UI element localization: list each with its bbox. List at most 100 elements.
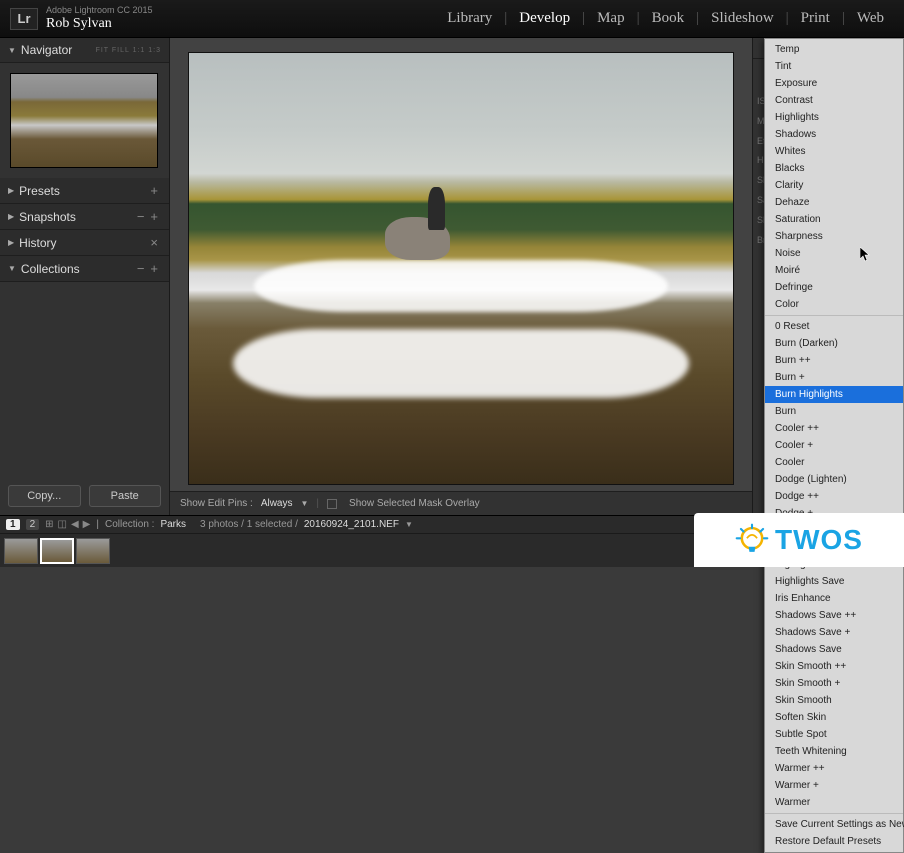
preset-item[interactable]: Contrast [765,92,903,109]
preset-item[interactable]: Shadows Save [765,641,903,658]
preset-item[interactable]: Skin Smooth + [765,675,903,692]
preset-item[interactable]: Blacks [765,160,903,177]
module-web[interactable]: Web [847,10,894,27]
filmstrip-thumb[interactable] [76,538,110,564]
history-header[interactable]: ▶ History × [0,230,169,256]
clear-history-button[interactable]: × [147,235,161,250]
identity-plate[interactable]: Rob Sylvan [46,16,153,31]
preset-item[interactable]: Dodge ++ [765,488,903,505]
left-panel-spacer [0,282,169,477]
preset-item[interactable]: Soften Skin [765,709,903,726]
preset-item[interactable]: Highlights [765,109,903,126]
module-map[interactable]: Map [587,10,635,27]
restore-presets-item[interactable]: Restore Default Presets [765,833,903,850]
module-develop[interactable]: Develop [509,10,580,27]
preset-group-actions: Save Current Settings as New Preset... R… [765,814,903,852]
collection-name[interactable]: Parks [160,519,186,530]
brush-preset-menu[interactable]: Temp Tint Exposure Contrast Highlights S… [764,38,904,853]
collections-title: Collections [21,262,134,276]
chevron-right-icon[interactable]: ▶ [83,519,91,530]
photo-count: 3 photos / 1 selected / [200,519,298,530]
lightbulb-icon [735,523,769,557]
preset-item[interactable]: Dehaze [765,194,903,211]
current-filename: 20160924_2101.NEF [304,519,399,530]
preset-item[interactable]: Clarity [765,177,903,194]
grid-icon[interactable]: ⊞ [45,519,53,530]
paste-button[interactable]: Paste [89,485,162,507]
preset-item[interactable]: Iris Enhance [765,590,903,607]
preset-item[interactable]: Noise [765,245,903,262]
preset-item[interactable]: 0 Reset [765,318,903,335]
save-preset-item[interactable]: Save Current Settings as New Preset... [765,816,903,833]
preset-item[interactable]: Shadows [765,126,903,143]
snapshots-title: Snapshots [19,210,134,224]
preset-item[interactable]: Shadows Save ++ [765,607,903,624]
preset-item[interactable]: Temp [765,41,903,58]
preset-item[interactable]: Teeth Whitening [765,743,903,760]
show-edit-pins-dropdown[interactable]: Always [261,498,293,509]
preset-item-selected[interactable]: Burn Highlights [765,386,903,403]
mask-overlay-checkbox[interactable] [327,499,337,509]
module-library[interactable]: Library [437,10,502,27]
add-snapshot-button[interactable]: + [147,209,161,224]
preset-item[interactable]: Cooler [765,454,903,471]
view-mode-2[interactable]: 2 [26,519,40,530]
add-preset-button[interactable]: + [147,183,161,198]
filmstrip-thumb-selected[interactable] [40,538,74,564]
preset-item[interactable]: Warmer + [765,777,903,794]
toolbar-separator: | [316,498,319,509]
module-book[interactable]: Book [642,10,695,27]
preset-item[interactable]: Saturation [765,211,903,228]
app-name: Adobe Lightroom CC 2015 [46,6,153,16]
remove-snapshot-button[interactable]: − [134,209,148,224]
navigator-header[interactable]: ▼ Navigator FIT FILL 1:1 1:3 [0,38,169,63]
preset-item[interactable]: Cooler + [765,437,903,454]
add-collection-button[interactable]: + [147,261,161,276]
preset-item[interactable]: Moiré [765,262,903,279]
copy-paste-bar: Copy... Paste [0,477,169,515]
chevron-down-icon[interactable]: ▼ [301,499,309,508]
module-slideshow[interactable]: Slideshow [701,10,784,27]
view-mode-1[interactable]: 1 [6,519,20,530]
preset-item[interactable]: Highlights Save [765,573,903,590]
preset-item[interactable]: Defringe [765,279,903,296]
preset-item[interactable]: Burn ++ [765,352,903,369]
center-panel: Show Edit Pins : Always ▼ | Show Selecte… [170,38,752,515]
preset-item[interactable]: Skin Smooth ++ [765,658,903,675]
preset-item[interactable]: Warmer ++ [765,760,903,777]
remove-collection-button[interactable]: − [134,261,148,276]
navigator-zoom-options[interactable]: FIT FILL 1:1 1:3 [96,47,161,54]
preset-item[interactable]: Sharpness [765,228,903,245]
navigator-preview[interactable] [0,63,169,178]
module-print[interactable]: Print [791,10,840,27]
preset-item[interactable]: Color [765,296,903,313]
collections-header[interactable]: ▼ Collections − + [0,256,169,282]
preset-item[interactable]: Whites [765,143,903,160]
preset-item[interactable]: Burn [765,403,903,420]
twos-text: TWOS [775,524,863,556]
chevron-down-icon[interactable]: ▼ [405,520,413,529]
copy-button[interactable]: Copy... [8,485,81,507]
app-title-block: Adobe Lightroom CC 2015 Rob Sylvan [46,6,153,31]
chevron-left-icon[interactable]: ◀ [71,519,79,530]
preset-item[interactable]: Exposure [765,75,903,92]
preset-item[interactable]: Tint [765,58,903,75]
image-canvas[interactable] [188,52,734,485]
preset-item[interactable]: Skin Smooth [765,692,903,709]
chevron-down-icon: ▼ [8,264,16,273]
preset-item[interactable]: Subtle Spot [765,726,903,743]
presets-header[interactable]: ▶ Presets + [0,178,169,204]
preset-item[interactable]: Shadows Save + [765,624,903,641]
preset-item[interactable]: Burn + [765,369,903,386]
preset-item[interactable]: Dodge (Lighten) [765,471,903,488]
app-logo-icon: Lr [10,8,38,30]
preset-item[interactable]: Cooler ++ [765,420,903,437]
snapshots-header[interactable]: ▶ Snapshots − + [0,204,169,230]
filmstrip-thumb[interactable] [4,538,38,564]
toolbar: Show Edit Pins : Always ▼ | Show Selecte… [170,491,752,515]
compare-icon[interactable]: ◫ [58,519,67,530]
preset-item[interactable]: Warmer [765,794,903,811]
secondary-display-icons[interactable]: ⊞ ◫ ◀ ▶ [45,519,90,530]
preset-item[interactable]: Burn (Darken) [765,335,903,352]
preset-group-sliders: Temp Tint Exposure Contrast Highlights S… [765,39,903,316]
